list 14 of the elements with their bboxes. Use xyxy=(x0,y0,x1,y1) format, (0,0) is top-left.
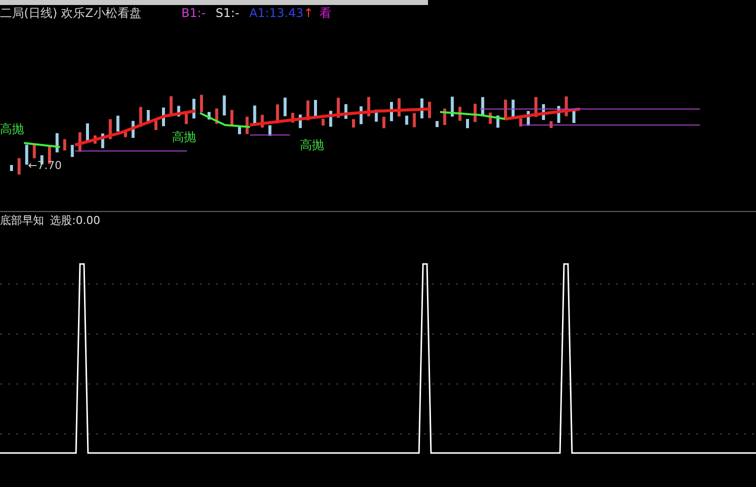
price-label: ←7.70 xyxy=(28,159,62,172)
trend-line xyxy=(24,142,60,148)
cut-label: 看 xyxy=(320,4,332,22)
indicator-name: 底部早知 xyxy=(0,213,44,227)
sell-signal-label: 高抛 xyxy=(0,121,24,138)
arrow-label: ↑ xyxy=(304,6,314,20)
indicator-value: 选股:0.00 xyxy=(50,213,100,227)
chart-title: 二局(日线) 欢乐Z小松看盘 xyxy=(0,4,142,22)
b1-label: B1:- xyxy=(181,6,206,20)
sell-signal-label: 高抛 xyxy=(300,137,324,154)
level-line xyxy=(250,134,290,136)
sell-signal-label: 高抛 xyxy=(172,129,196,146)
a1-label: A1:13.43 xyxy=(249,6,304,20)
s1-label: S1:- xyxy=(216,6,240,20)
